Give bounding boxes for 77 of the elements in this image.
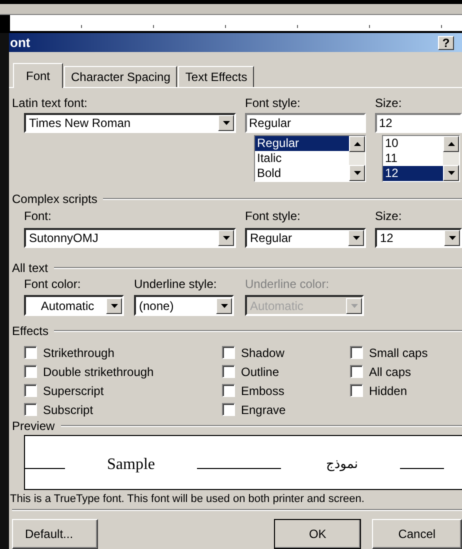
tab[interactable]: Character Spacing [64,66,178,87]
text-field[interactable]: 12 [375,113,462,133]
scroll-up-button[interactable] [349,136,365,152]
checkbox[interactable] [222,403,235,416]
list-item[interactable]: Regular [255,136,349,151]
dialog-button[interactable]: OK [274,519,361,549]
checkbox[interactable] [222,365,235,378]
scrollbar[interactable] [349,136,365,181]
checkbox[interactable] [24,384,37,397]
tab[interactable]: Text Effects [178,66,254,87]
section-heading: All text [12,261,50,275]
list-item[interactable]: 10 [383,136,443,151]
dialog-button[interactable]: Default... [12,519,98,549]
list-item[interactable]: 11 [383,151,443,166]
checkbox-label[interactable]: Outline [241,364,280,378]
field-label: Latin text font: [12,96,88,110]
down-arrow-icon [354,171,360,175]
checkbox[interactable] [222,384,235,397]
scroll-up-button[interactable] [443,136,459,152]
field-label: Font: [24,209,52,223]
checkbox[interactable] [24,346,37,359]
dropdown[interactable]: 12 [375,228,462,248]
caret-icon [222,236,230,240]
checkbox-label[interactable]: Hidden [369,384,408,398]
checkbox-label[interactable]: All caps [369,364,412,378]
field-label: Underline style: [134,277,217,291]
up-arrow-icon [354,142,360,146]
dropdown[interactable]: SutonnyOMJ [24,228,236,248]
checkbox-label[interactable]: Double strikethrough [43,364,154,378]
info-text: This is a TrueType font. This font will be used on both printer and screen. [10,493,366,505]
caret-icon [222,121,230,125]
tab[interactable]: Font [13,63,64,88]
section-heading: Preview [12,419,56,433]
list-item[interactable]: Bold [255,166,349,181]
checkbox[interactable] [24,403,37,416]
checkbox-label[interactable]: Shadow [241,346,284,360]
help-button[interactable]: ? [438,36,454,50]
checkbox[interactable] [350,365,363,378]
list-item[interactable]: 12 [383,166,443,181]
caret-icon [350,304,358,308]
dropdown[interactable]: (none) [134,295,234,316]
caret-icon [352,236,360,240]
dropdown[interactable]: Times New Roman [24,113,236,133]
field-label: Size: [375,96,402,110]
preview-sample-text: Sample [107,456,155,474]
checkbox-label[interactable]: Emboss [241,384,284,398]
dropdown[interactable]: Automatic [24,295,124,316]
field-label: Underline color: [245,277,330,291]
section-heading: Effects [12,324,50,338]
caret-icon [220,304,228,308]
dropdown[interactable]: Regular [245,228,366,248]
checkbox[interactable] [24,365,37,378]
dialog-button[interactable]: Cancel [372,519,462,549]
list-item[interactable]: Italic [255,151,349,166]
checkbox-label[interactable]: Superscript [43,384,104,398]
section-heading: Complex scripts [12,192,98,206]
scroll-down-button[interactable] [443,165,459,181]
preview-sample-text: نموذج [326,457,358,472]
text-field[interactable]: Regular [245,113,366,133]
checkbox-label[interactable]: Small caps [369,346,428,360]
checkbox[interactable] [350,384,363,397]
caret-icon [110,304,118,308]
checkbox-label[interactable]: Engrave [241,402,286,416]
window-title: ont [9,35,30,50]
up-arrow-icon [448,142,454,146]
field-label: Font style: [245,96,300,110]
field-label: Size: [375,209,402,223]
checkbox-label[interactable]: Subscript [43,402,94,416]
scrollbar[interactable] [443,136,459,181]
caret-icon [448,236,456,240]
checkbox[interactable] [350,346,363,359]
scroll-down-button[interactable] [349,165,365,181]
field-label: Font color: [24,277,81,291]
field-label: Font style: [245,209,300,223]
checkbox[interactable] [222,346,235,359]
checkbox-label[interactable]: Strikethrough [43,346,114,360]
down-arrow-icon [448,171,454,175]
